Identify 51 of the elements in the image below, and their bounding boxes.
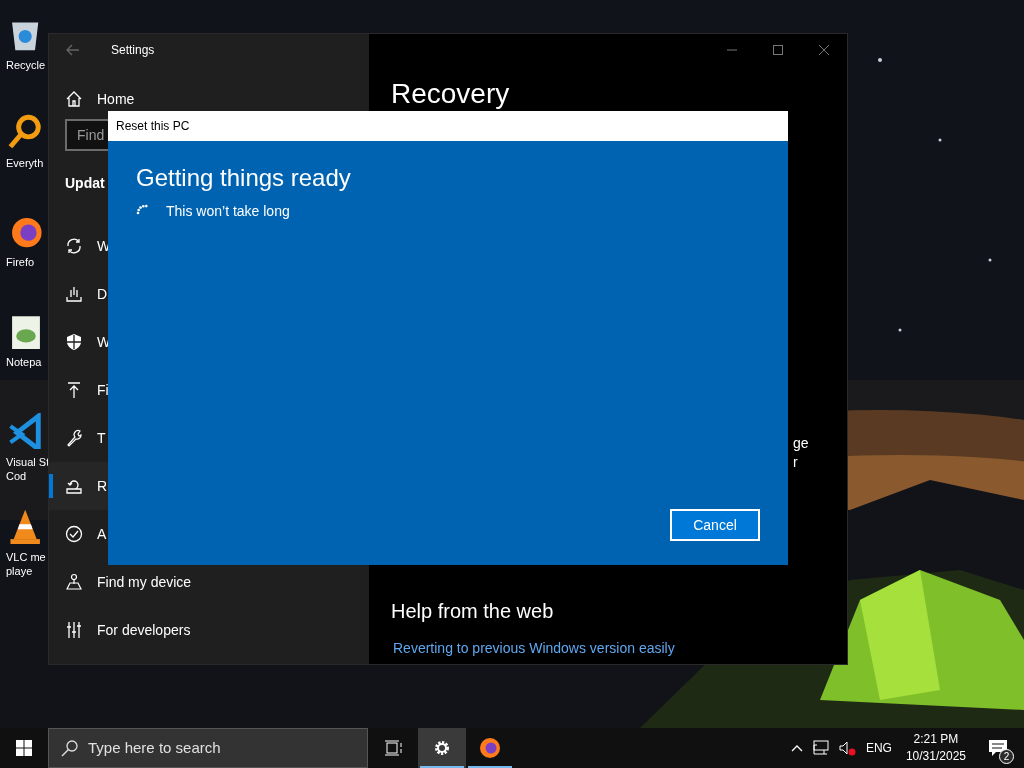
search-icon <box>61 739 78 757</box>
task-view-icon <box>385 740 403 756</box>
icon-label[interactable]: Firefo <box>2 255 35 269</box>
clock[interactable]: 2:21 PM 10/31/2025 <box>901 731 970 765</box>
dialog-heading: Getting things ready <box>136 163 351 193</box>
language-indicator[interactable]: ENG <box>865 739 892 757</box>
developer-tools-icon <box>65 621 83 639</box>
wrench-icon <box>65 429 83 447</box>
tray-upload-icon <box>65 285 83 303</box>
person-pin-icon <box>65 573 83 591</box>
icon-label[interactable]: Everyth <box>2 156 44 170</box>
nav-item[interactable]: Find my device <box>49 558 369 606</box>
sync-icon <box>65 237 83 255</box>
page-title: Recovery <box>391 77 510 111</box>
body-text: ge <box>793 434 809 453</box>
home-icon <box>65 90 83 108</box>
icon-label[interactable]: Cod <box>2 469 27 483</box>
code-editor-icon <box>8 413 44 449</box>
taskbar-search-box[interactable]: Type here to search <box>48 728 368 768</box>
magnifier-icon <box>8 114 44 150</box>
upload-arrow-icon <box>65 381 83 399</box>
windows-start-icon <box>16 740 32 756</box>
back-arrow-icon <box>65 43 81 57</box>
maximize-icon <box>772 44 784 56</box>
icon-label[interactable]: Recycle <box>2 58 46 72</box>
gear-icon <box>433 739 451 757</box>
notification-button[interactable]: 2 <box>980 728 1016 768</box>
close-icon <box>818 44 830 56</box>
section-heading: Updat <box>65 174 105 193</box>
dialog-message: This won’t take long <box>166 202 290 221</box>
help-heading: Help from the web <box>391 599 554 624</box>
notification-badge: 2 <box>999 749 1014 764</box>
taskbar-app-button[interactable] <box>418 728 466 768</box>
window-title: Settings <box>111 42 155 59</box>
cancel-button[interactable]: Cancel <box>670 509 760 541</box>
nav-item[interactable]: For developers <box>49 606 369 654</box>
help-link[interactable]: Reverting to previous Windows version easily <box>393 638 675 659</box>
icon-label[interactable]: VLC me <box>2 550 46 564</box>
home-link[interactable]: Home <box>97 88 135 110</box>
dialog-title: Reset this PC <box>116 118 190 135</box>
search-input[interactable]: Type here to search <box>88 736 348 760</box>
speaker-muted-icon <box>838 740 856 756</box>
chevron-up-icon <box>790 743 803 753</box>
recovery-icon <box>65 477 83 495</box>
body-text: r <box>793 453 798 472</box>
icon-label[interactable]: Notepa <box>2 355 42 369</box>
icon-label[interactable]: playe <box>2 564 33 578</box>
shield-icon <box>65 333 83 351</box>
network-icon <box>812 740 829 756</box>
firefox-icon <box>479 737 501 759</box>
check-circle-icon <box>65 525 83 543</box>
